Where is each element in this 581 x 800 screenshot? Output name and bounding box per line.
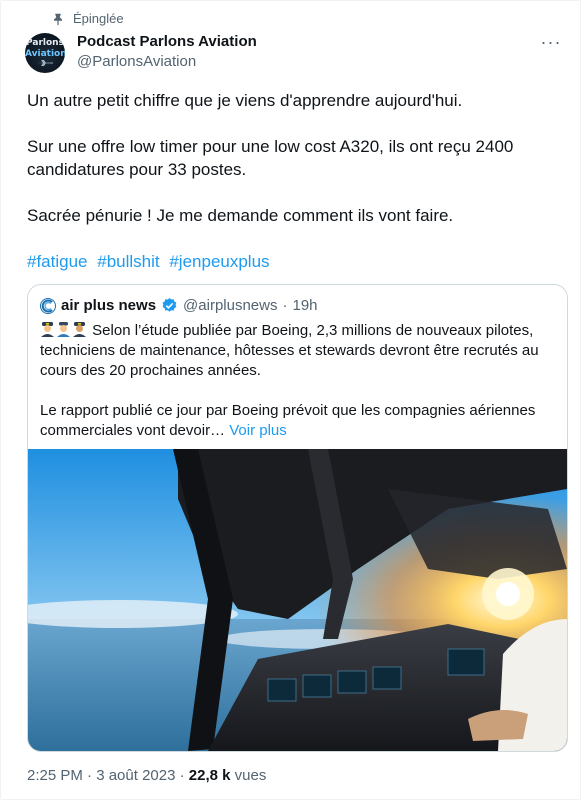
hashtags: #fatigue #bullshit #jenpeuxplus [27,250,557,273]
tweet-paragraph: Sacrée pénurie ! Je me demande comment i… [27,206,454,225]
avatar-text-line2: Aviation [25,49,65,59]
quoted-paragraph-text: Selon l’étude publiée par Boeing, 2,3 mi… [40,322,539,379]
verified-badge-icon [162,298,177,312]
pilot-emoji-icon [73,322,86,337]
quoted-paragraph: Selon l’étude publiée par Boeing, 2,3 mi… [40,321,560,381]
quoted-author-handle[interactable]: @airplusnews [183,297,277,314]
pinned-label: Épinglée [73,11,124,26]
tweet-metadata: 2:25 PM · 3 août 2023 · 22,8 k vues [27,767,266,784]
views-count: 22,8 k [188,767,231,784]
tweet-paragraph: Un autre petit chiffre que je viens d'ap… [27,91,463,110]
cockpit-photo[interactable] [28,449,567,751]
more-options-button[interactable]: ··· [536,31,566,53]
hashtag-link[interactable]: #jenpeuxplus [169,252,269,271]
tweet-paragraph: Sur une offre low timer pour une low cos… [27,137,514,179]
views-label: vues [230,767,267,784]
avatar-text-line1: Parlons [26,38,64,48]
timestamp[interactable]: 2:25 PM · 3 août 2023 · [27,767,189,784]
pilot-emoji-icon [41,322,54,337]
quoted-author-name[interactable]: air plus news [61,297,156,314]
flight-attendant-emoji-icon [57,322,70,337]
quoted-tweet[interactable]: air plus news @airplusnews · 19h Selon l… [27,284,568,752]
quoted-tweet-header: air plus news @airplusnews · 19h [40,297,318,314]
avatar[interactable]: Parlons Aviation [25,33,65,73]
separator-dot: · [282,297,288,314]
quoted-paragraph: Le rapport publié ce jour par Boeing pré… [40,401,560,441]
quoted-timestamp[interactable]: 19h [292,297,317,314]
air-plus-news-logo-icon[interactable] [40,297,56,314]
hashtag-link[interactable]: #bullshit [97,252,159,271]
hashtag-link[interactable]: #fatigue [27,252,88,271]
quoted-paragraph-text: Le rapport publié ce jour par Boeing pré… [40,402,536,439]
airplane-icon [37,60,53,66]
tweet-text: Un autre petit chiffre que je viens d'ap… [27,89,557,296]
tweet-card[interactable]: Épinglée Parlons Aviation Podcast Parlon… [0,0,581,800]
author-name[interactable]: Podcast Parlons Aviation [77,33,257,50]
pinned-indicator: Épinglée [51,11,124,26]
see-more-link[interactable]: Voir plus [229,422,287,439]
quoted-tweet-text: Selon l’étude publiée par Boeing, 2,3 mi… [40,321,560,461]
pin-icon [53,13,63,25]
author-handle[interactable]: @ParlonsAviation [77,53,196,70]
more-icon: ··· [540,31,562,52]
cockpit-photo-image [28,449,567,751]
